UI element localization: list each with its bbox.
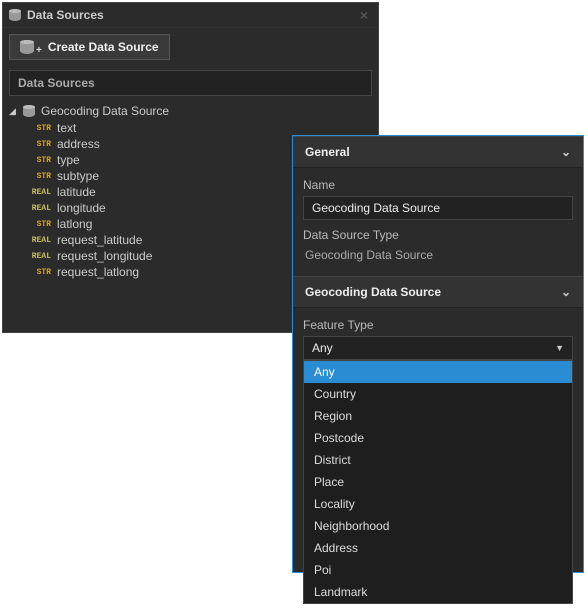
field-type-badge: STR xyxy=(27,140,51,149)
feature-type-dropdown[interactable]: Any ▼ xyxy=(303,336,573,360)
panel-titlebar: Data Sources × xyxy=(3,3,378,28)
field-name-label: request_latitude xyxy=(57,233,142,247)
collapse-caret-icon[interactable]: ◢ xyxy=(9,106,19,117)
general-header-label: General xyxy=(305,145,350,159)
field-name-label: text xyxy=(57,121,76,135)
feature-type-option[interactable]: Any xyxy=(304,361,572,383)
field-type-badge: STR xyxy=(27,124,51,133)
field-type-badge: REAL xyxy=(27,252,51,261)
field-type-badge: STR xyxy=(27,268,51,277)
chevron-down-icon: ⌄ xyxy=(561,145,571,159)
feature-type-option[interactable]: Neighborhood xyxy=(304,515,572,537)
database-icon xyxy=(9,9,21,21)
feature-type-option[interactable]: Poi xyxy=(304,559,572,581)
geocoding-section-body: Feature Type Any ▼ AnyCountryRegionPostc… xyxy=(293,308,583,614)
create-data-source-button[interactable]: + Create Data Source xyxy=(9,34,170,60)
feature-type-dropdown-list: AnyCountryRegionPostcodeDistrictPlaceLoc… xyxy=(303,360,573,604)
feature-type-option[interactable]: Country xyxy=(304,383,572,405)
field-name-label: request_latlong xyxy=(57,265,139,279)
field-type-badge: REAL xyxy=(27,204,51,213)
field-name-label: longitude xyxy=(57,201,106,215)
field-type-badge: REAL xyxy=(27,188,51,197)
feature-type-option[interactable]: Landmark xyxy=(304,581,572,603)
field-name-label: type xyxy=(57,153,80,167)
chevron-down-icon: ▼ xyxy=(555,343,564,353)
close-icon[interactable]: × xyxy=(356,7,372,23)
database-icon xyxy=(20,40,34,54)
data-sources-list-header: Data Sources xyxy=(9,70,372,96)
tree-root-label: Geocoding Data Source xyxy=(41,104,169,118)
general-section-body: Name Data Source Type Geocoding Data Sou… xyxy=(293,168,583,276)
tree-root-item[interactable]: ◢ Geocoding Data Source xyxy=(9,102,372,120)
chevron-down-icon: ⌄ xyxy=(561,285,571,299)
plus-icon: + xyxy=(36,45,42,56)
name-label: Name xyxy=(303,178,573,192)
feature-type-option[interactable]: Postcode xyxy=(304,427,572,449)
feature-type-label: Feature Type xyxy=(303,318,573,332)
feature-type-option[interactable]: Region xyxy=(304,405,572,427)
feature-type-selected-value: Any xyxy=(312,341,333,355)
panel-title-text: Data Sources xyxy=(27,8,104,22)
tree-field-item[interactable]: STR text xyxy=(27,120,372,136)
general-section-header[interactable]: General ⌄ xyxy=(293,136,583,168)
field-type-badge: REAL xyxy=(27,236,51,245)
feature-type-option[interactable]: Locality xyxy=(304,493,572,515)
data-source-type-label: Data Source Type xyxy=(303,228,573,242)
feature-type-option[interactable]: Address xyxy=(304,537,572,559)
field-name-label: latlong xyxy=(57,217,92,231)
name-input[interactable] xyxy=(303,196,573,220)
field-type-badge: STR xyxy=(27,156,51,165)
geocoding-header-label: Geocoding Data Source xyxy=(305,285,441,299)
field-type-badge: STR xyxy=(27,220,51,229)
database-icon xyxy=(23,105,35,117)
field-name-label: subtype xyxy=(57,169,99,183)
field-type-badge: STR xyxy=(27,172,51,181)
field-name-label: request_longitude xyxy=(57,249,152,263)
data-source-type-value: Geocoding Data Source xyxy=(303,246,573,266)
geocoding-section-header[interactable]: Geocoding Data Source ⌄ xyxy=(293,276,583,308)
field-name-label: address xyxy=(57,137,100,151)
field-name-label: latitude xyxy=(57,185,96,199)
feature-type-option[interactable]: Place xyxy=(304,471,572,493)
feature-type-option[interactable]: District xyxy=(304,449,572,471)
create-button-label: Create Data Source xyxy=(48,40,159,54)
properties-panel: General ⌄ Name Data Source Type Geocodin… xyxy=(292,135,584,573)
